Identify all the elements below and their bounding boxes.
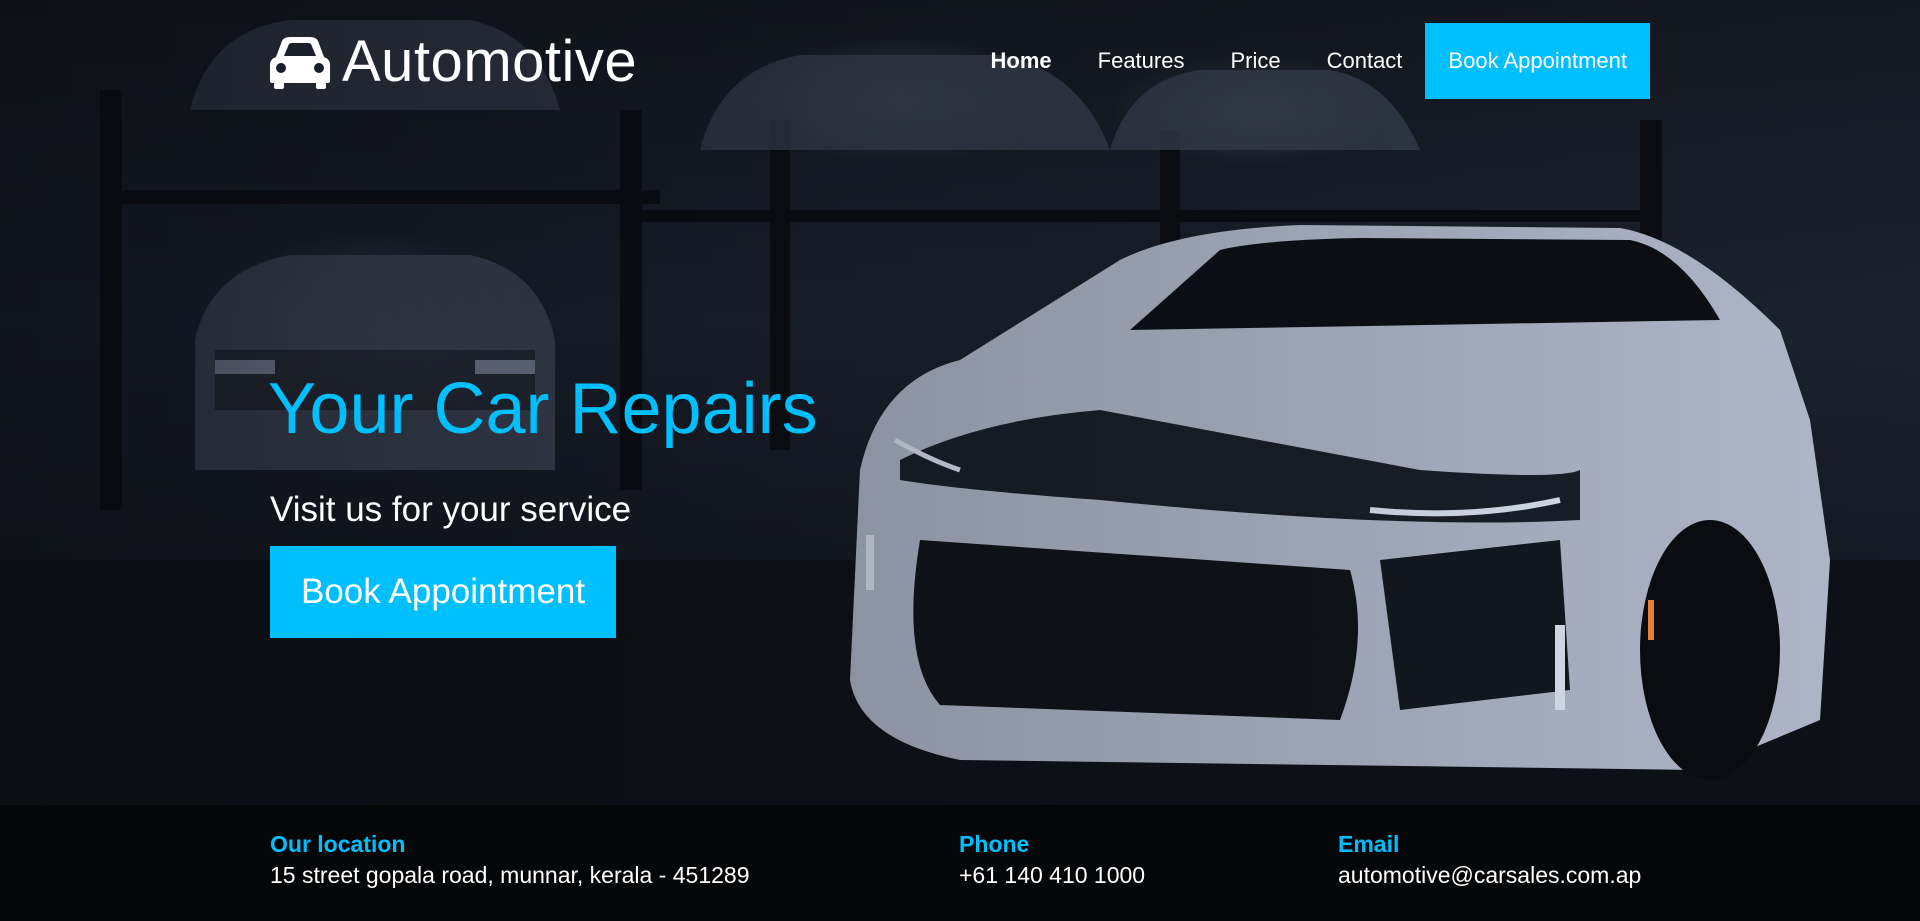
nav-price-link[interactable]: Price	[1230, 23, 1280, 99]
location-value: 15 street gopala road, munnar, kerala - …	[270, 862, 750, 888]
brand-name: Automotive	[342, 29, 638, 94]
nav-book-appointment-button[interactable]: Book Appointment	[1425, 23, 1650, 99]
hero-section: Automotive Home Features Price Contact B…	[0, 0, 1920, 805]
brand-logo[interactable]: Automotive	[270, 30, 637, 94]
location-label: Our location	[270, 831, 406, 857]
email-value[interactable]: automotive@carsales.com.ap	[1338, 859, 1641, 891]
nav-home-link[interactable]: Home	[991, 23, 1052, 99]
contact-email: Email automotive@carsales.com.ap	[1338, 829, 1641, 891]
hero-book-appointment-button[interactable]: Book Appointment	[270, 546, 616, 638]
nav-contact-link[interactable]: Contact	[1327, 23, 1403, 99]
hero-subtitle: Visit us for your service	[270, 490, 632, 529]
email-label: Email	[1338, 831, 1400, 857]
main-nav: Home Features Price Contact Book Appoint…	[945, 23, 1650, 99]
contact-phone: Phone +61 140 410 1000	[959, 829, 1145, 891]
contact-location: Our location 15 street gopala road, munn…	[270, 829, 750, 891]
hero-title: Your Car Repairs	[268, 369, 818, 449]
nav-features-link[interactable]: Features	[1098, 23, 1185, 99]
phone-label: Phone	[959, 831, 1030, 857]
car-icon	[270, 37, 330, 89]
phone-value[interactable]: +61 140 410 1000	[959, 859, 1145, 891]
contact-bar: Our location 15 street gopala road, munn…	[0, 805, 1920, 921]
